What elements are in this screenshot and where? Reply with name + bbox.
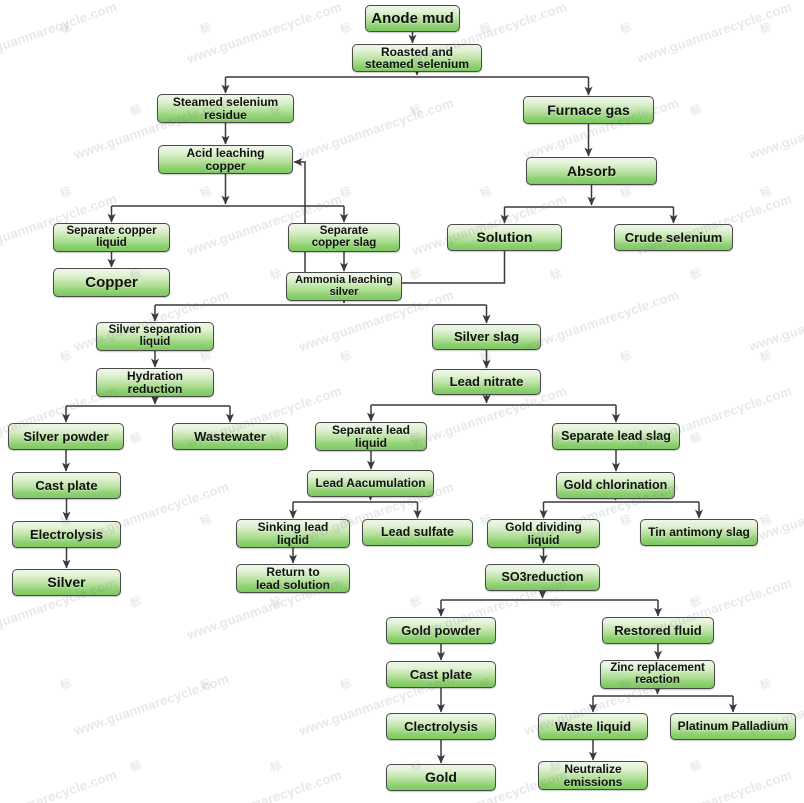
node-label: Clectrolysis [404,718,478,734]
node-waste-liquid[interactable]: Waste liquid [538,713,648,740]
node-label: Wastewater [194,428,266,444]
node-label: Crude selenium [624,229,723,245]
node-ammonia-leaching[interactable]: Ammonia leaching silver [286,272,402,301]
node-lead-sulfate[interactable]: Lead sulfate [362,519,473,546]
node-zinc-replacement[interactable]: Zinc replacement reaction [600,660,715,689]
node-label: Cast plate [409,666,473,682]
node-silver-slag[interactable]: Silver slag [432,324,541,350]
node-label: Silver separation liquid [108,323,202,348]
node-label: Return to lead solution [255,565,330,592]
node-label: Roasted and steamed selenium [364,44,470,71]
node-roasted-steamed[interactable]: Roasted and steamed selenium [352,44,482,72]
node-separate-lead-liquid[interactable]: Separate lead liquid [315,422,427,451]
node-steamed-residue[interactable]: Steamed selenium residue [157,94,294,123]
node-return-lead-solution[interactable]: Return to lead solution [236,564,350,593]
node-label: Platinum Palladium [677,719,789,734]
node-gold[interactable]: Gold [386,764,496,791]
node-label: Copper [85,273,138,291]
node-label: Lead sulfate [381,525,454,539]
node-anode-mud[interactable]: Anode mud [365,5,460,32]
node-solution[interactable]: Solution [447,224,562,251]
node-label: Anode mud [371,9,454,27]
node-label: Restored fluid [614,622,702,638]
node-silver-sep-liquid[interactable]: Silver separation liquid [96,322,214,351]
node-absorb[interactable]: Absorb [526,157,657,185]
node-electrolysis-au[interactable]: Clectrolysis [386,713,496,740]
node-gold-powder[interactable]: Gold powder [386,617,496,644]
node-separate-copper-slag[interactable]: Separate copper slag [288,223,400,252]
node-label: Neutralize emissions [563,762,623,789]
node-cast-plate-ag[interactable]: Cast plate [12,472,121,499]
node-gold-dividing-liquid[interactable]: Gold dividing liquid [487,519,600,548]
node-hydration-reduction[interactable]: Hydration reduction [96,368,214,397]
node-label: Gold dividing liquid [505,520,582,547]
node-label: Lead nitrate [449,374,524,390]
node-label: SO3reduction [501,570,584,584]
node-platinum-palladium[interactable]: Platinum Palladium [670,713,796,740]
node-label: Tin antimony slag [648,525,750,540]
node-label: Electrolysis [30,526,103,542]
node-crude-selenium[interactable]: Crude selenium [614,224,733,251]
node-label: Acid leaching copper [186,146,265,173]
node-label: Absorb [567,162,616,179]
node-label: Silver slag [453,329,520,345]
node-neutralize-emissions[interactable]: Neutralize emissions [538,761,648,790]
node-silver-powder[interactable]: Silver powder [8,423,124,450]
node-label: Gold [425,769,457,786]
node-label: Waste liquid [554,718,632,734]
node-label: Zinc replacement reaction [610,661,705,686]
node-acid-leaching-copper[interactable]: Acid leaching copper [158,145,293,174]
node-label: Steamed selenium residue [172,95,279,122]
node-label: Silver powder [23,428,109,444]
node-so3-reduction[interactable]: SO3reduction [485,564,600,591]
node-label: Hydration reduction [126,369,183,396]
node-tin-antimony-slag[interactable]: Tin antimony slag [640,519,758,546]
node-copper[interactable]: Copper [53,268,170,297]
node-label: Separate lead liquid [331,423,411,450]
node-label: Sinking lead liqdid [257,520,329,547]
node-restored-fluid[interactable]: Restored fluid [602,617,714,644]
node-gold-chlorination[interactable]: Gold chlorination [556,472,675,499]
node-lead-accumulation[interactable]: Lead Aacumulation [307,470,434,497]
node-label: Furnace gas [547,101,630,118]
node-label: Separate lead slag [561,429,671,443]
node-label: Gold powder [401,622,481,638]
node-label: Gold chlorination [563,478,668,492]
node-label: Lead Aacumulation [315,476,426,491]
node-silver[interactable]: Silver [12,569,121,596]
node-sinking-lead-liquid[interactable]: Sinking lead liqdid [236,519,350,548]
node-lead-nitrate[interactable]: Lead nitrate [432,369,541,395]
node-separate-lead-slag[interactable]: Separate lead slag [552,423,680,450]
node-separate-copper-liquid[interactable]: Separate copper liquid [53,223,170,252]
node-label: Silver [47,574,86,591]
node-label: Ammonia leaching silver [295,274,393,298]
node-furnace-gas[interactable]: Furnace gas [523,96,654,124]
node-electrolysis-ag[interactable]: Electrolysis [12,521,121,548]
node-cast-plate-au[interactable]: Cast plate [386,661,496,688]
node-label: Separate copper slag [311,224,377,249]
node-label: Solution [476,229,533,246]
node-label: Separate copper liquid [66,224,157,249]
flowchart-canvas: Anode mud Roasted and steamed selenium Ste… [0,0,804,803]
node-wastewater[interactable]: Wastewater [172,423,288,450]
node-label: Cast plate [35,477,98,493]
